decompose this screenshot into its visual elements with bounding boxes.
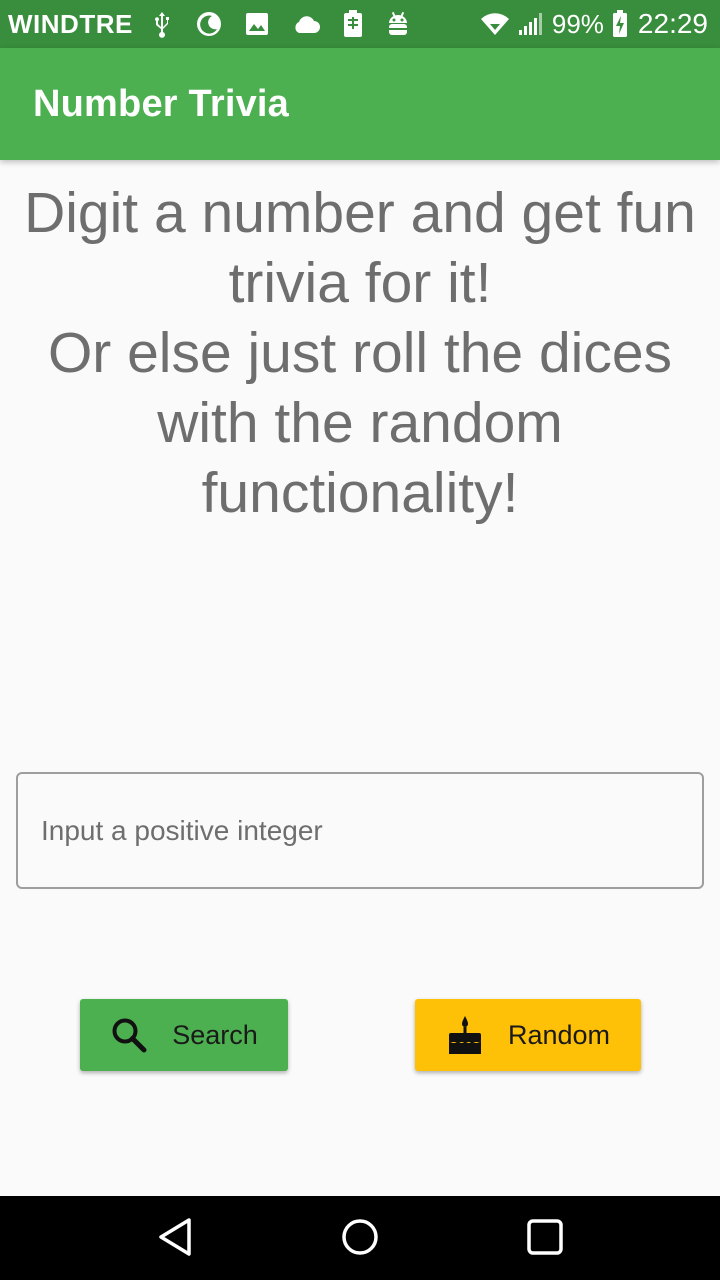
home-icon[interactable] [341,1216,379,1263]
app-bar: Number Trivia [0,48,720,160]
status-right: 99% 22:29 [480,8,708,40]
intro-line-1: Digit a number and get fun trivia for it… [24,181,696,315]
search-button[interactable]: Search [80,999,288,1071]
android-debug-icon [385,11,411,37]
wifi-icon [480,12,510,36]
intro-line-2: Or else just roll the dices with the ran… [47,321,673,525]
search-icon [110,1016,148,1054]
app-title: Number Trivia [33,82,290,125]
back-icon[interactable] [156,1216,194,1263]
image-icon [245,12,269,36]
battery-charging-icon [612,10,628,38]
cake-icon [446,1014,484,1056]
sim-icon [343,10,363,38]
signal-icon [518,12,544,36]
do-not-disturb-icon [195,10,223,38]
search-button-label: Search [172,1019,258,1050]
navigation-bar [0,1196,720,1280]
recents-icon[interactable] [526,1216,564,1263]
carrier-name: WINDTRE [8,8,133,39]
random-button-label: Random [507,1019,611,1050]
status-bar: WINDTRE 99% 22:29 [0,0,720,48]
random-button[interactable]: Random [415,999,641,1071]
battery-percent: 99% [551,8,604,39]
usb-icon [151,10,173,38]
cloud-icon [291,13,321,35]
intro-text: Digit a number and get fun trivia for it… [20,178,700,528]
number-input[interactable] [41,814,702,847]
status-left: WINDTRE [8,9,411,40]
clock: 22:29 [637,8,708,39]
number-input-box[interactable] [16,772,704,889]
